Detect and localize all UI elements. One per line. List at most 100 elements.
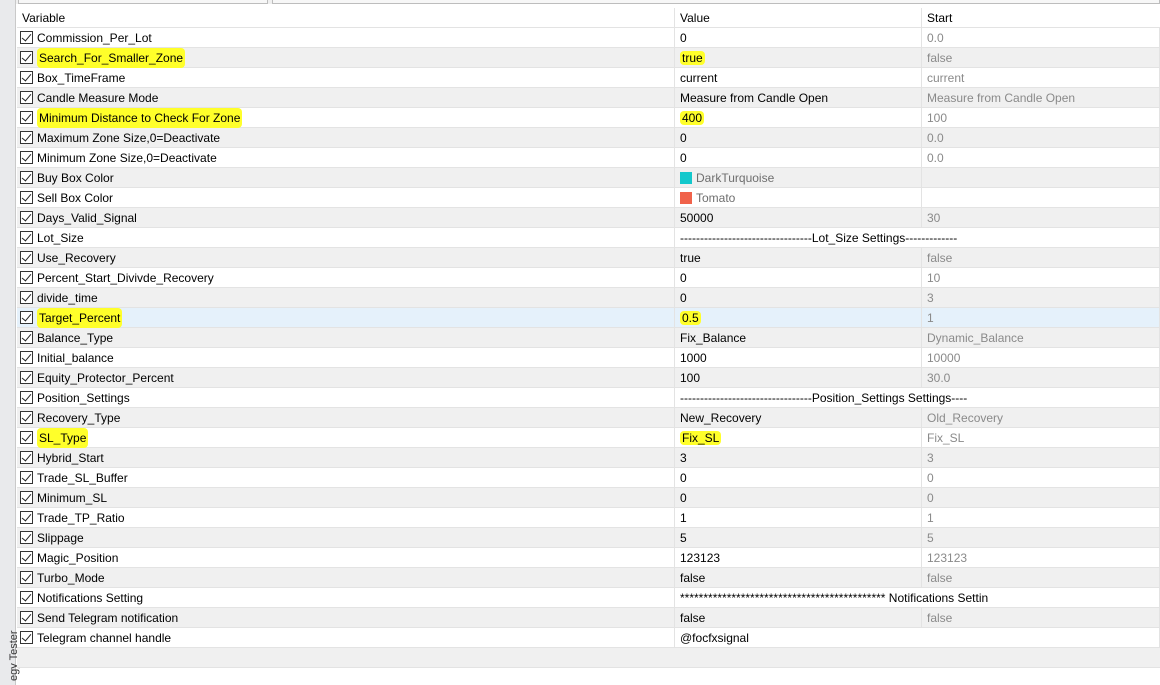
start-cell[interactable]: 100 — [922, 107, 1160, 128]
checkbox-icon[interactable] — [20, 531, 33, 544]
table-row[interactable]: Trade_TP_Ratio 1 1 — [17, 507, 1160, 528]
checkbox-icon[interactable] — [20, 191, 33, 204]
checkbox-icon[interactable] — [20, 371, 33, 384]
value-cell[interactable]: 5 — [675, 527, 922, 548]
checkbox-icon[interactable] — [20, 511, 33, 524]
start-cell[interactable]: 5 — [922, 527, 1160, 548]
table-row[interactable]: Lot_Size -------------------------------… — [17, 227, 1160, 248]
value-cell[interactable]: 1000 — [675, 347, 922, 368]
start-cell[interactable]: 0.0 — [922, 147, 1160, 168]
table-row[interactable]: Hybrid_Start 3 3 — [17, 447, 1160, 468]
table-row[interactable]: Equity_Protector_Percent 100 30.0 — [17, 367, 1160, 388]
tab-right[interactable] — [272, 0, 1160, 4]
start-cell[interactable]: false — [922, 47, 1160, 68]
value-cell[interactable]: 0 — [675, 27, 922, 48]
checkbox-icon[interactable] — [20, 551, 33, 564]
checkbox-icon[interactable] — [20, 231, 33, 244]
table-row[interactable]: Slippage 5 5 — [17, 527, 1160, 548]
start-cell[interactable]: 123123 — [922, 547, 1160, 568]
checkbox-icon[interactable] — [20, 471, 33, 484]
tab-left[interactable] — [18, 0, 268, 4]
value-cell[interactable]: current — [675, 67, 922, 88]
start-cell[interactable]: Dynamic_Balance — [922, 327, 1160, 348]
checkbox-icon[interactable] — [20, 271, 33, 284]
checkbox-icon[interactable] — [20, 71, 33, 84]
table-row[interactable]: Recovery_Type New_Recovery Old_Recovery — [17, 407, 1160, 428]
checkbox-icon[interactable] — [20, 431, 33, 444]
value-cell[interactable]: false — [675, 607, 922, 628]
start-cell[interactable]: false — [922, 567, 1160, 588]
checkbox-icon[interactable] — [20, 291, 33, 304]
table-row[interactable]: Commission_Per_Lot 0 0.0 — [17, 27, 1160, 48]
start-cell[interactable]: Measure from Candle Open — [922, 87, 1160, 108]
value-cell[interactable]: New_Recovery — [675, 407, 922, 428]
table-row[interactable]: Position_Settings ----------------------… — [17, 387, 1160, 408]
header-start[interactable]: Start — [922, 8, 1160, 28]
checkbox-icon[interactable] — [20, 351, 33, 364]
start-cell[interactable]: 1 — [922, 507, 1160, 528]
start-cell[interactable]: 3 — [922, 447, 1160, 468]
start-cell[interactable] — [922, 167, 1160, 188]
table-row[interactable]: Initial_balance 1000 10000 — [17, 347, 1160, 368]
table-row[interactable]: Notifications Setting ******************… — [17, 587, 1160, 608]
checkbox-icon[interactable] — [20, 611, 33, 624]
checkbox-icon[interactable] — [20, 111, 33, 124]
value-cell[interactable]: 0 — [675, 127, 922, 148]
value-cell[interactable]: true — [675, 247, 922, 268]
table-row[interactable]: Percent_Start_Divivde_Recovery 0 10 — [17, 267, 1160, 288]
table-row[interactable]: SL_Type Fix_SL Fix_SL — [17, 427, 1160, 448]
table-row[interactable]: Magic_Position 123123 123123 — [17, 547, 1160, 568]
value-cell[interactable]: 0 — [675, 487, 922, 508]
checkbox-icon[interactable] — [20, 91, 33, 104]
start-cell[interactable]: 10 — [922, 267, 1160, 288]
start-cell[interactable]: Fix_SL — [922, 427, 1160, 448]
checkbox-icon[interactable] — [20, 571, 33, 584]
header-variable[interactable]: Variable — [17, 7, 675, 28]
checkbox-icon[interactable] — [20, 311, 33, 324]
table-row[interactable]: Turbo_Mode false false — [17, 567, 1160, 588]
value-cell[interactable]: ---------------------------------Positio… — [675, 387, 1160, 408]
value-cell[interactable]: 0 — [675, 467, 922, 488]
table-row[interactable]: Days_Valid_Signal 50000 30 — [17, 207, 1160, 228]
strategy-tester-side-tab[interactable]: egy Tester — [0, 575, 20, 685]
start-cell[interactable]: false — [922, 607, 1160, 628]
value-cell[interactable]: Tomato — [675, 187, 922, 208]
checkbox-icon[interactable] — [20, 31, 33, 44]
table-row[interactable]: Sell Box Color Tomato — [17, 187, 1160, 208]
start-cell[interactable]: 1 — [922, 307, 1160, 328]
value-cell[interactable]: 0 — [675, 287, 922, 308]
start-cell[interactable]: 3 — [922, 287, 1160, 308]
table-row[interactable]: Balance_Type Fix_Balance Dynamic_Balance — [17, 327, 1160, 348]
start-cell[interactable]: 0.0 — [922, 27, 1160, 48]
checkbox-icon[interactable] — [20, 151, 33, 164]
table-row[interactable]: Minimum Zone Size,0=Deactivate 0 0.0 — [17, 147, 1160, 168]
value-cell[interactable]: 50000 — [675, 207, 922, 228]
start-cell[interactable]: false — [922, 247, 1160, 268]
value-cell[interactable]: false — [675, 567, 922, 588]
checkbox-icon[interactable] — [20, 391, 33, 404]
table-row[interactable]: Buy Box Color DarkTurquoise — [17, 167, 1160, 188]
checkbox-icon[interactable] — [20, 251, 33, 264]
checkbox-icon[interactable] — [20, 591, 33, 604]
value-cell[interactable]: @focfxsignal — [675, 627, 1160, 648]
value-cell[interactable]: DarkTurquoise — [675, 167, 922, 188]
table-row[interactable]: Search_For_Smaller_Zone true false — [17, 47, 1160, 68]
start-cell[interactable]: 30.0 — [922, 367, 1160, 388]
checkbox-icon[interactable] — [20, 211, 33, 224]
table-row-selected[interactable]: Target_Percent 0.5 1 — [17, 307, 1160, 328]
start-cell[interactable]: current — [922, 67, 1160, 88]
table-row[interactable]: Candle Measure Mode Measure from Candle … — [17, 87, 1160, 108]
value-cell[interactable]: 400 — [675, 107, 922, 128]
table-row[interactable]: Use_Recovery true false — [17, 247, 1160, 268]
checkbox-icon[interactable] — [20, 131, 33, 144]
start-cell[interactable]: 0.0 — [922, 127, 1160, 148]
table-row[interactable]: Trade_SL_Buffer 0 0 — [17, 467, 1160, 488]
start-cell[interactable]: Old_Recovery — [922, 407, 1160, 428]
checkbox-icon[interactable] — [20, 171, 33, 184]
table-row[interactable]: divide_time 0 3 — [17, 287, 1160, 308]
value-cell[interactable]: 100 — [675, 367, 922, 388]
start-cell[interactable] — [922, 187, 1160, 208]
start-cell[interactable]: 0 — [922, 467, 1160, 488]
table-row[interactable]: Minimum Distance to Check For Zone 400 1… — [17, 107, 1160, 128]
value-cell[interactable]: ---------------------------------Lot_Siz… — [675, 227, 1160, 248]
